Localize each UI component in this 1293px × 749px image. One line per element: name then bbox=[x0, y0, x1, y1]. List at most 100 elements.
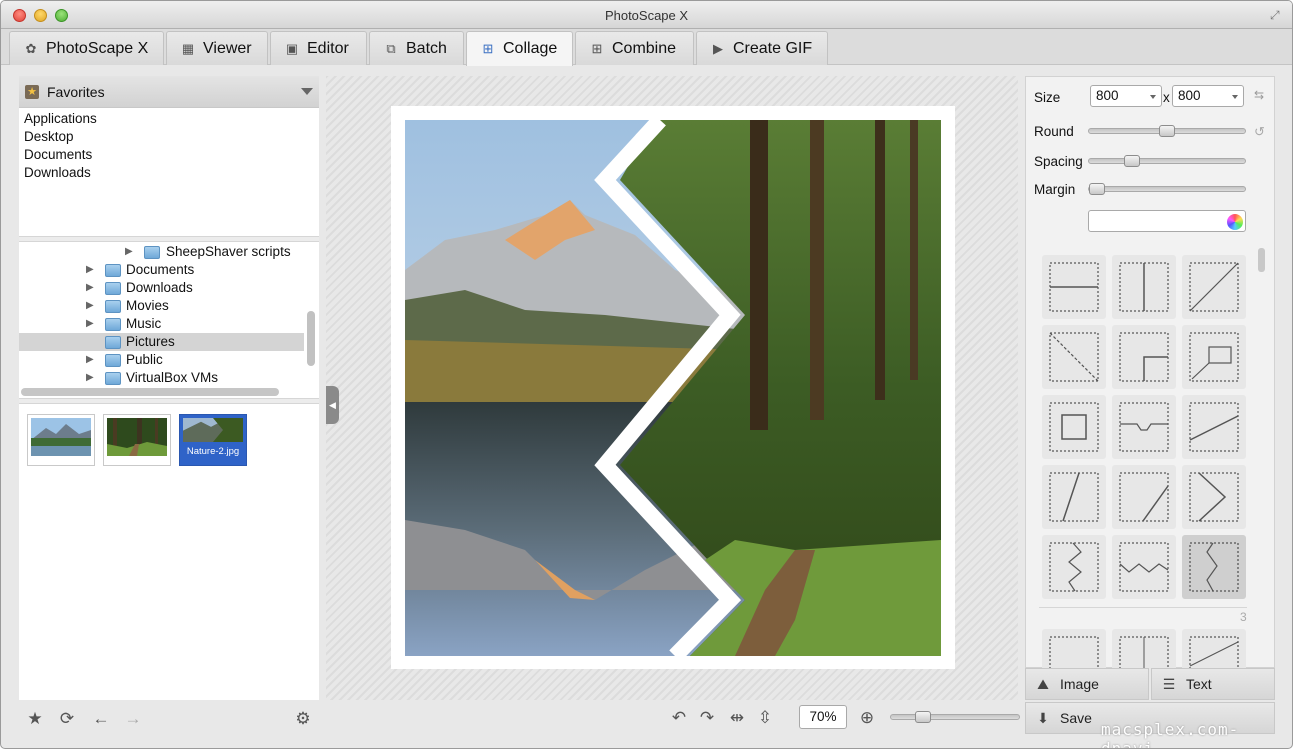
tree-row-selected[interactable]: Pictures bbox=[19, 333, 304, 351]
thumbnail-item[interactable] bbox=[27, 414, 95, 466]
collage-preview[interactable] bbox=[405, 120, 941, 656]
background-color-field[interactable] bbox=[1088, 210, 1246, 232]
tab-label: Combine bbox=[612, 39, 677, 57]
slider-knob[interactable] bbox=[1124, 155, 1140, 167]
tree-vertical-scrollbar[interactable] bbox=[307, 311, 315, 366]
layout-option[interactable] bbox=[1112, 255, 1176, 319]
layout-option[interactable] bbox=[1182, 465, 1246, 529]
flip-vertical-icon[interactable]: ⇳ bbox=[754, 707, 776, 729]
disclosure-triangle-icon[interactable]: ▶ bbox=[86, 351, 94, 369]
layout-option[interactable] bbox=[1042, 465, 1106, 529]
tab-viewer[interactable]: ▦ Viewer bbox=[166, 31, 268, 65]
disclosure-triangle-icon[interactable]: ▶ bbox=[125, 243, 133, 261]
layout-option[interactable] bbox=[1182, 395, 1246, 459]
favorites-dropdown[interactable]: ★ Favorites bbox=[19, 76, 319, 108]
color-wheel-icon[interactable] bbox=[1227, 214, 1243, 230]
tree-row[interactable]: ▶ Music bbox=[19, 315, 304, 333]
layout-option[interactable] bbox=[1182, 325, 1246, 389]
folder-icon bbox=[105, 300, 121, 313]
layout-option[interactable] bbox=[1042, 255, 1106, 319]
layout-option[interactable] bbox=[1112, 395, 1176, 459]
round-slider[interactable] bbox=[1088, 125, 1246, 137]
layout-option[interactable] bbox=[1042, 325, 1106, 389]
tree-row[interactable]: ▶ Public bbox=[19, 351, 304, 369]
layout-page-number: 3 bbox=[1240, 610, 1247, 624]
refresh-icon[interactable]: ⟳ bbox=[57, 709, 77, 729]
margin-label: Margin bbox=[1034, 182, 1076, 197]
zoom-fit-icon[interactable]: ⊕ bbox=[856, 707, 878, 729]
tree-row[interactable]: ▶ SheepShaver scripts bbox=[19, 243, 304, 261]
layout-option[interactable] bbox=[1112, 535, 1176, 599]
window-title: PhotoScape X bbox=[604, 8, 689, 23]
slider-knob[interactable] bbox=[1159, 125, 1175, 137]
tree-row[interactable]: ▶ VirtualBox VMs bbox=[19, 369, 304, 385]
layout-chevron-icon bbox=[1189, 472, 1239, 522]
spacing-slider[interactable] bbox=[1088, 155, 1246, 167]
reset-icon[interactable]: ↺ bbox=[1254, 124, 1265, 140]
tree-row[interactable]: ▶ Documents bbox=[19, 261, 304, 279]
nature-2-thumbnail bbox=[183, 418, 243, 442]
disclosure-triangle-icon[interactable]: ▶ bbox=[86, 261, 94, 279]
layout-option[interactable] bbox=[1042, 535, 1106, 599]
disclosure-triangle-icon[interactable]: ▶ bbox=[86, 315, 94, 333]
image-edit-icon: ▣ bbox=[285, 40, 299, 56]
forward-arrow-icon[interactable]: → bbox=[123, 709, 143, 729]
disclosure-triangle-icon[interactable]: ▶ bbox=[86, 369, 94, 385]
disclosure-triangle-icon[interactable]: ▶ bbox=[86, 297, 94, 315]
rotate-left-icon[interactable]: ↶ bbox=[668, 707, 690, 729]
layout-scrollbar[interactable] bbox=[1258, 248, 1265, 272]
back-arrow-icon[interactable]: ← bbox=[91, 709, 111, 729]
zoom-slider[interactable] bbox=[890, 711, 1020, 723]
layout-option[interactable] bbox=[1112, 325, 1176, 389]
layout-option[interactable] bbox=[1182, 629, 1246, 669]
favorite-item[interactable]: Applications bbox=[24, 110, 97, 128]
star-icon[interactable]: ★ bbox=[25, 709, 45, 729]
rotate-right-icon[interactable]: ↷ bbox=[696, 707, 718, 729]
favorite-item[interactable]: Downloads bbox=[24, 164, 97, 182]
spacing-label: Spacing bbox=[1034, 154, 1083, 169]
tree-row[interactable]: ▶ Downloads bbox=[19, 279, 304, 297]
folder-icon bbox=[105, 318, 121, 331]
thumbnails-splitter[interactable] bbox=[19, 398, 319, 404]
flip-horizontal-icon[interactable]: ⇹ bbox=[726, 707, 748, 729]
tab-photoscape[interactable]: ✿ PhotoScape X bbox=[9, 31, 164, 65]
tab-create-gif[interactable]: ▶ Create GIF bbox=[696, 31, 828, 65]
layout-option[interactable] bbox=[1112, 465, 1176, 529]
zoom-level-field[interactable]: 70% bbox=[799, 705, 847, 729]
layout-option[interactable] bbox=[1112, 629, 1176, 669]
size-label: Size bbox=[1034, 90, 1061, 105]
tree-label: Pictures bbox=[126, 334, 175, 349]
favorite-item[interactable]: Documents bbox=[24, 146, 97, 164]
layout-option-selected[interactable] bbox=[1182, 535, 1246, 599]
image-button[interactable]: ⛰ Image bbox=[1025, 668, 1149, 700]
collage-card bbox=[391, 106, 955, 669]
folder-icon bbox=[105, 282, 121, 295]
tab-label: Viewer bbox=[203, 39, 252, 57]
layout-option[interactable] bbox=[1042, 629, 1106, 669]
tab-batch[interactable]: ⧉ Batch bbox=[369, 31, 464, 65]
width-select[interactable]: 800 bbox=[1090, 85, 1162, 107]
layout-inset-square-icon bbox=[1049, 402, 1099, 452]
layout-option[interactable] bbox=[1182, 255, 1246, 319]
height-select[interactable]: 800 bbox=[1172, 85, 1244, 107]
tab-collage[interactable]: ⊞ Collage bbox=[466, 31, 573, 66]
slider-knob[interactable] bbox=[1089, 183, 1105, 195]
fullscreen-icon[interactable]: ⤢ bbox=[1270, 8, 1284, 22]
layout-callout-icon bbox=[1189, 332, 1239, 382]
swap-icon[interactable]: ⇆ bbox=[1254, 88, 1264, 102]
margin-slider[interactable] bbox=[1088, 183, 1246, 195]
text-button[interactable]: ☰ Text bbox=[1151, 668, 1275, 700]
tab-combine[interactable]: ⊞ Combine bbox=[575, 31, 694, 65]
tree-horizontal-scrollbar[interactable] bbox=[21, 388, 279, 396]
tree-row[interactable]: ▶ Movies bbox=[19, 297, 304, 315]
layout-option[interactable] bbox=[1042, 395, 1106, 459]
thumbnail-item[interactable] bbox=[103, 414, 171, 466]
disclosure-triangle-icon[interactable]: ▶ bbox=[86, 279, 94, 297]
layout-vertical-split-icon bbox=[1119, 262, 1169, 312]
tab-editor[interactable]: ▣ Editor bbox=[270, 31, 367, 65]
gear-icon[interactable]: ⚙ bbox=[293, 709, 313, 729]
favorite-item[interactable]: Desktop bbox=[24, 128, 97, 146]
collapse-panel-handle[interactable]: ◀ bbox=[326, 386, 339, 424]
slider-knob[interactable] bbox=[915, 711, 931, 723]
thumbnail-item-selected[interactable]: Nature-2.jpg bbox=[179, 414, 247, 466]
